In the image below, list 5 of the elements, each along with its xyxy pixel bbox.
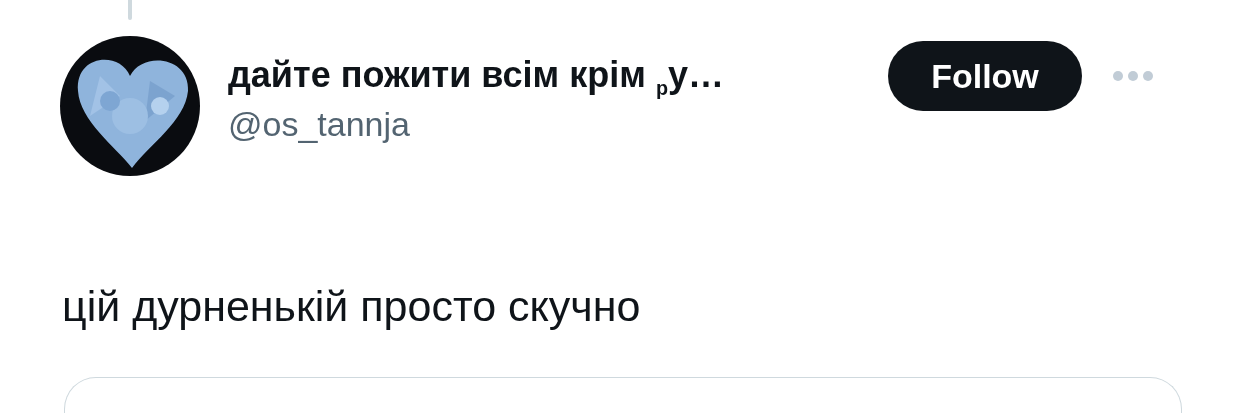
user-handle[interactable]: @os_tannja	[228, 104, 888, 144]
tweet-text: цій дурненькій просто скучно	[62, 282, 642, 331]
follow-button[interactable]: Follow	[888, 41, 1082, 111]
display-name[interactable]: дайте пожити всім крім $_{р}$у…	[228, 54, 888, 101]
more-icon[interactable]	[1112, 70, 1154, 82]
